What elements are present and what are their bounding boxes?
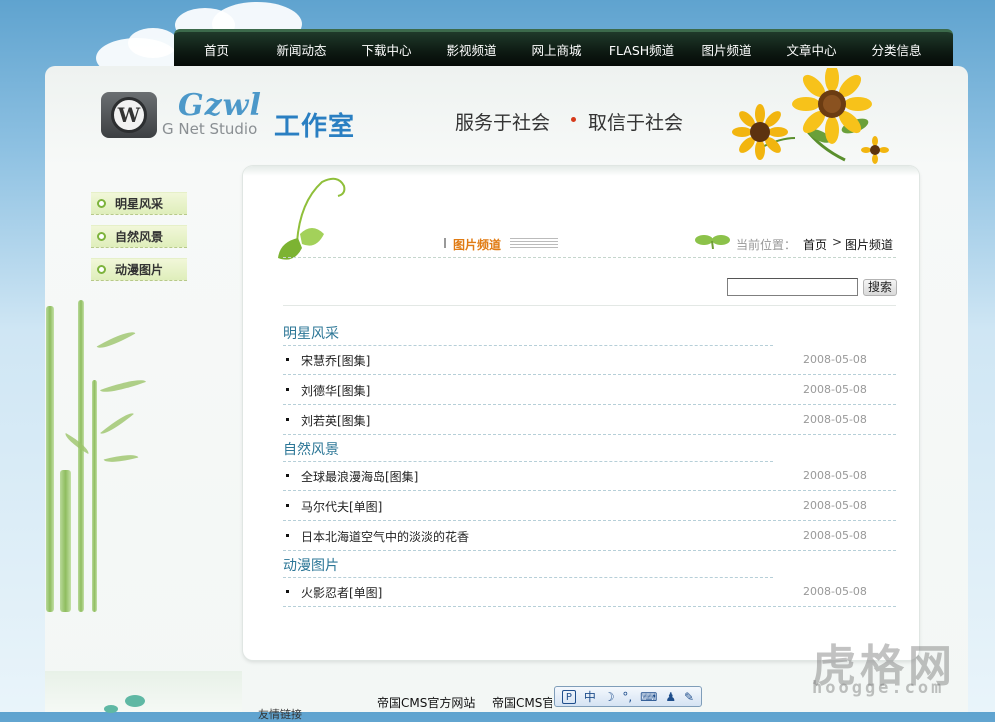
list-item-title[interactable]: 日本北海道空气中的淡淡的花香: [301, 528, 469, 545]
sprout-icon: [695, 235, 730, 249]
breadcrumb-separator: >: [832, 235, 843, 249]
sidebar-item-label: 动漫图片: [115, 263, 164, 277]
nav-item-articles[interactable]: 文章中心: [769, 40, 854, 59]
list-item: 全球最浪漫海岛[图集] 2008-05-08: [283, 461, 896, 491]
nav-item-news[interactable]: 新闻动态: [259, 40, 344, 59]
nav-item-downloads[interactable]: 下载中心: [344, 40, 429, 59]
search-divider: [283, 305, 896, 306]
slogan-separator-dot: [571, 117, 576, 122]
cloud-decoration: [128, 28, 178, 58]
bullet-icon: [286, 504, 289, 507]
bullet-icon: [286, 590, 289, 593]
friend-links-label: 友情链接: [258, 708, 302, 721]
bullet-icon: [286, 388, 289, 391]
bullet-icon: [97, 265, 106, 274]
bullet-icon: [286, 534, 289, 537]
category-title-stars[interactable]: 明星风采: [283, 323, 339, 343]
nav-item-classifieds[interactable]: 分类信息: [854, 40, 939, 59]
bullet-icon: [97, 199, 106, 208]
category-title-anime[interactable]: 动漫图片: [283, 555, 339, 575]
list-item: 宋慧乔[图集] 2008-05-08: [283, 345, 896, 375]
sidebar-item-label: 明星风采: [115, 197, 164, 211]
nav-item-shop[interactable]: 网上商城: [514, 40, 599, 59]
list-item-date: 2008-05-08: [803, 413, 867, 426]
nav-item-video[interactable]: 影视频道: [429, 40, 514, 59]
sunflower-decoration: [732, 68, 889, 164]
bullet-icon: [286, 418, 289, 421]
footer-left-panel: [45, 671, 242, 713]
list-item-date: 2008-05-08: [803, 383, 867, 396]
list-item: 日本北海道空气中的淡淡的花香 2008-05-08: [283, 521, 896, 551]
list-item-title[interactable]: 刘德华[图集]: [301, 382, 370, 399]
sidebar-item-label: 自然风景: [115, 230, 164, 244]
list-item-title[interactable]: 马尔代夫[单图]: [301, 498, 382, 515]
list-item-title[interactable]: 刘若英[图集]: [301, 412, 370, 429]
list-item-title[interactable]: 火影忍者[单图]: [301, 584, 382, 601]
ime-language-toggle[interactable]: 中: [584, 688, 596, 705]
list-item-date: 2008-05-08: [803, 499, 867, 512]
ime-logo-icon[interactable]: P: [561, 689, 576, 704]
list-item-date: 2008-05-08: [803, 469, 867, 482]
list-item-title[interactable]: 宋慧乔[图集]: [301, 352, 370, 369]
search-input[interactable]: [727, 278, 858, 296]
footer-link-empire-cms[interactable]: 帝国CMS官方网站: [377, 694, 475, 711]
logo-chinese-title: 工作室: [274, 112, 356, 142]
leaf-icon: [104, 695, 145, 713]
sidebar-item-stars[interactable]: 明星风采: [91, 192, 187, 215]
breadcrumb-current: 图片频道: [845, 238, 894, 252]
breadcrumb-prefix: 当前位置：: [736, 238, 797, 252]
footer-link-empire-cms-2[interactable]: 帝国CMS官: [492, 694, 552, 711]
bullet-icon: [286, 474, 289, 477]
top-navigation: 首页 新闻动态 下载中心 影视频道 网上商城 FLASH频道 图片频道 文章中心…: [174, 29, 953, 66]
sidebar-item-anime[interactable]: 动漫图片: [91, 258, 187, 281]
nav-item-flash[interactable]: FLASH频道: [599, 40, 684, 59]
logo-brand[interactable]: Gzwl: [178, 88, 262, 123]
ime-toolbar: P 中 ☽ °, ⌨ ♟ ✎: [554, 686, 702, 707]
keyboard-icon[interactable]: ⌨: [640, 690, 657, 704]
title-divider: [283, 257, 896, 258]
list-item-title[interactable]: 全球最浪漫海岛[图集]: [301, 468, 418, 485]
category-title-scenery[interactable]: 自然风景: [283, 439, 339, 459]
bullet-icon: [97, 232, 106, 241]
bullet-icon: [286, 358, 289, 361]
list-item: 刘若英[图集] 2008-05-08: [283, 405, 896, 435]
list-item: 火影忍者[单图] 2008-05-08: [283, 577, 896, 607]
moon-icon[interactable]: ☽: [604, 690, 615, 704]
search-button[interactable]: 搜索: [863, 279, 897, 296]
channel-title-decoration: [510, 238, 558, 248]
wrench-icon[interactable]: ✎: [684, 690, 694, 704]
channel-title-marker: [444, 238, 446, 248]
breadcrumb-home-link[interactable]: 首页: [803, 236, 827, 253]
list-item-date: 2008-05-08: [803, 585, 867, 598]
wordpress-logo-icon: W: [101, 92, 157, 138]
channel-title: 图片频道: [453, 238, 502, 252]
slogan-right: 取信于社会: [588, 112, 684, 134]
list-item-date: 2008-05-08: [803, 529, 867, 542]
watermark-url: hoogge.com: [812, 678, 945, 698]
logo-subtitle: G Net Studio: [162, 120, 258, 138]
list-item: 刘德华[图集] 2008-05-08: [283, 375, 896, 405]
list-item-date: 2008-05-08: [803, 353, 867, 366]
nav-item-home[interactable]: 首页: [174, 40, 259, 59]
nav-item-pictures[interactable]: 图片频道: [684, 40, 769, 59]
user-icon[interactable]: ♟: [665, 690, 676, 704]
sidebar-item-scenery[interactable]: 自然风景: [91, 225, 187, 248]
punctuation-icon[interactable]: °,: [622, 690, 632, 704]
list-item: 马尔代夫[单图] 2008-05-08: [283, 491, 896, 521]
slogan-left: 服务于社会: [455, 112, 551, 134]
